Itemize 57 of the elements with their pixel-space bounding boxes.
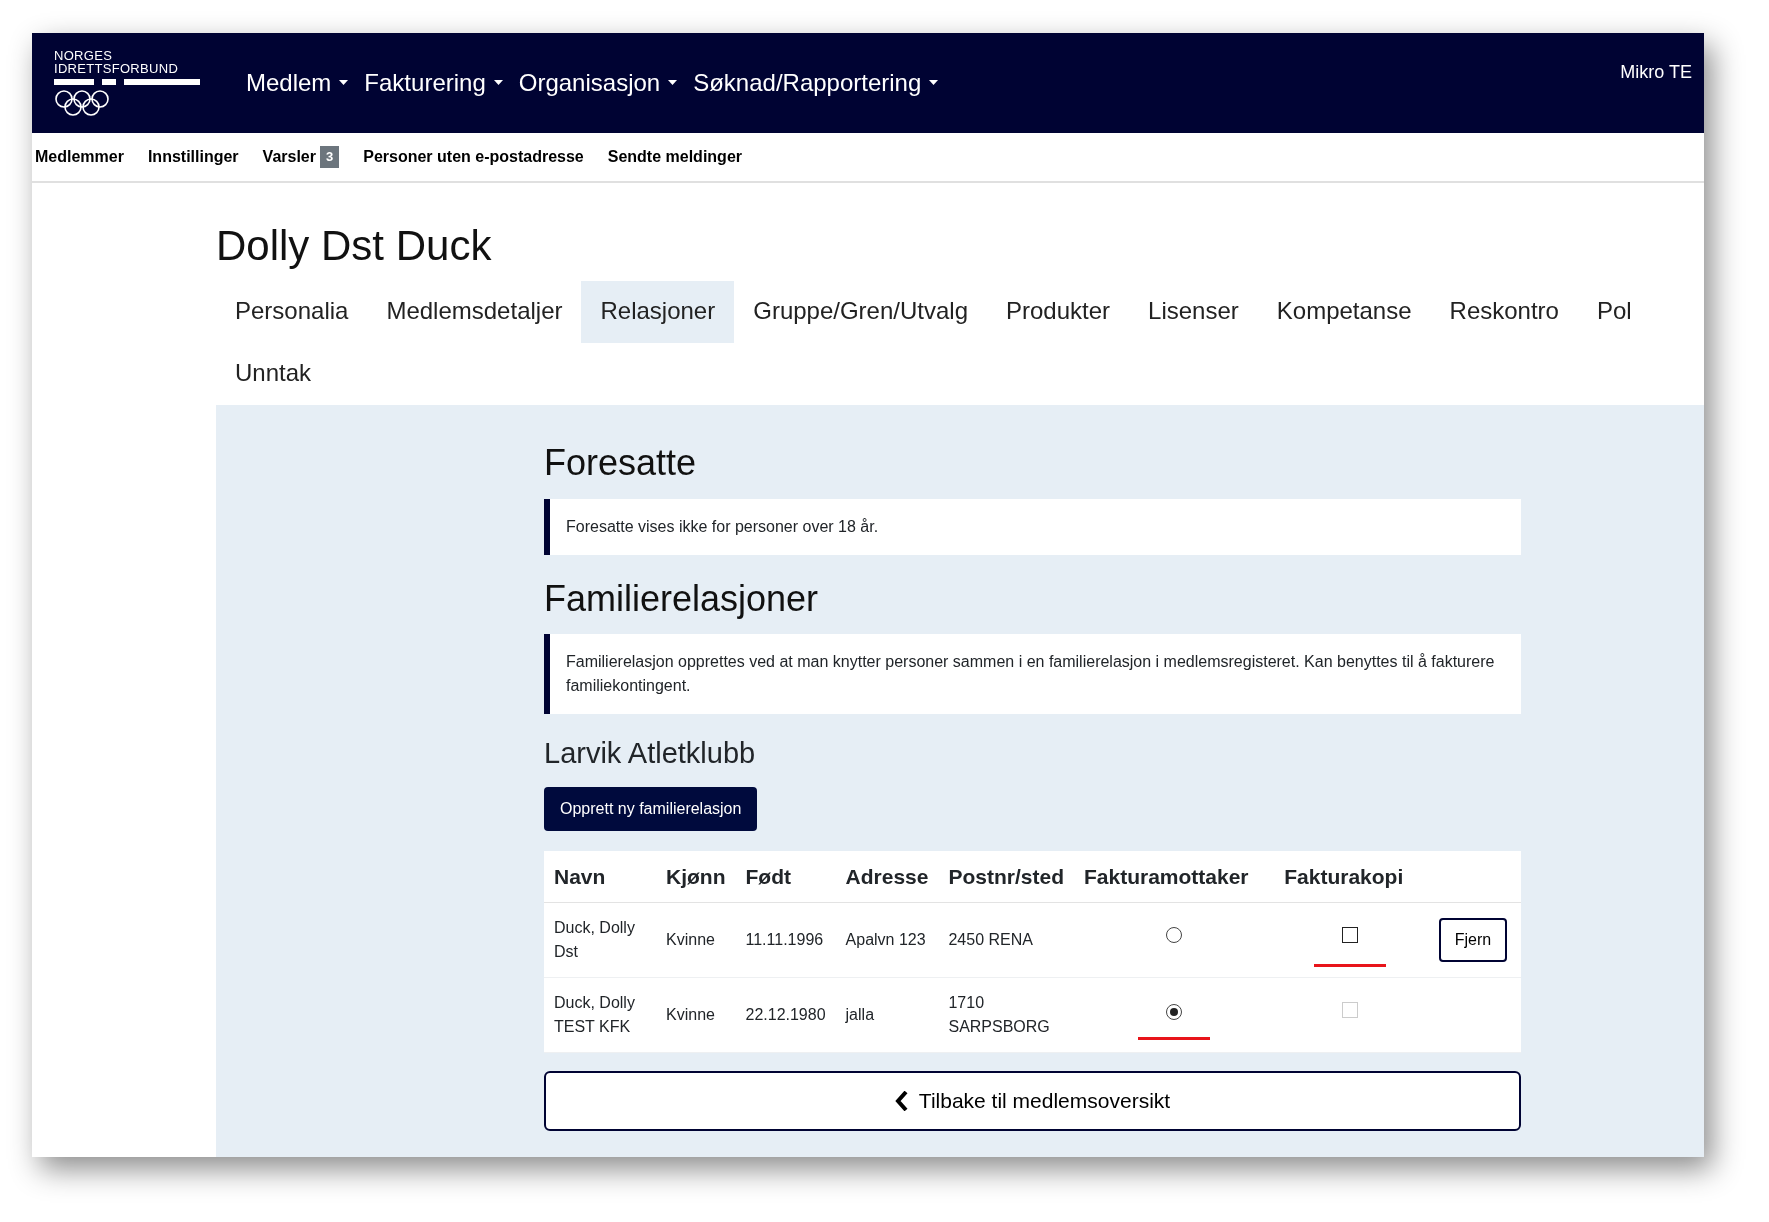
tab[interactable]: Kompetanse [1257,281,1431,344]
tab[interactable]: Lisenser [1129,281,1258,344]
subnav-link[interactable]: Medlemmer [35,145,124,169]
chevron-left-icon [894,1090,909,1111]
column-header: Fakturakopi [1274,850,1426,903]
tab[interactable]: Relasjoner [581,281,735,344]
table-cell: Apalvn 123 [845,931,926,949]
club-heading: Larvik Atletklubb [544,735,757,771]
table-cell: Kvinne [666,1006,715,1024]
page-title: Dolly Dst Duck [216,221,493,271]
section-heading: Foresatte [544,441,698,485]
info-note: Foresatte vises ikke for personer over 18 år. [544,498,1521,555]
table-cell: 11.11.1996 [745,931,824,949]
column-header: Kjønn [656,850,736,903]
caret-icon [339,80,349,86]
user-name[interactable]: Mikro TE [1620,59,1692,86]
tab[interactable]: Reskontro [1430,281,1578,344]
menu-dropdown[interactable]: Medlem [240,65,355,101]
table-cell: Duck, Dolly TEST KFK [554,994,635,1036]
column-header: Postnr/sted [938,850,1074,903]
caret-icon [668,80,678,86]
subnav-link[interactable]: Personer uten e-postadresse [363,145,584,169]
checkbox[interactable] [1341,927,1358,944]
table-cell: 2450 RENA [948,931,1033,949]
subnav-link[interactable]: Sendte meldinger [607,145,742,169]
table-cell: 1710 SARPSBORG [948,994,1050,1036]
section-heading: Familierelasjoner [544,576,820,620]
info-note: Familierelasjon opprettes ved at man knytter personer sammen i en familierelasjon i medlemsregisteret. Kan benyttes til å fakturere familiekontingent. [544,633,1521,714]
tab[interactable]: Medlemsdetaljer [367,281,582,344]
back-button[interactable]: Tilbake til medlemsoversikt [544,1071,1521,1131]
tab[interactable]: Unntak [216,343,331,406]
menu-dropdown[interactable]: Søknad/Rapportering [687,65,945,101]
remove-button[interactable]: Fjern [1438,918,1508,963]
column-header: Adresse [835,850,939,903]
tab[interactable]: Pol [1577,281,1651,344]
table-cell: Kvinne [666,931,715,949]
subnav-link[interactable]: Varsler 3 [262,145,340,169]
tab[interactable]: Gruppe/Gren/Utvalg [734,281,987,344]
rings-icon [54,89,110,117]
subnav-link[interactable]: Innstillinger [147,145,239,169]
tab[interactable]: Personalia [216,281,368,344]
column-header: Født [735,850,836,903]
menu-dropdown[interactable]: Fakturering [358,65,509,101]
column-header: Navn [544,850,656,903]
logo-text: NORGES [54,49,114,62]
tab[interactable]: Produkter [987,281,1130,344]
table-cell: 22.12.1980 [745,1006,826,1024]
count-badge: 3 [320,146,340,168]
caret-icon [929,80,939,86]
logo-text: IDRETTSFORBUND [54,62,180,75]
column-header: Fakturamottaker [1074,850,1275,903]
menu-dropdown[interactable]: Organisasjon [512,65,684,101]
table-cell: Duck, Dolly Dst [554,919,635,961]
flag-bars-icon [54,78,200,86]
caret-icon [493,80,503,86]
create-button[interactable]: Opprett ny familierelasjon [544,786,758,831]
table-cell: jalla [845,1006,875,1024]
